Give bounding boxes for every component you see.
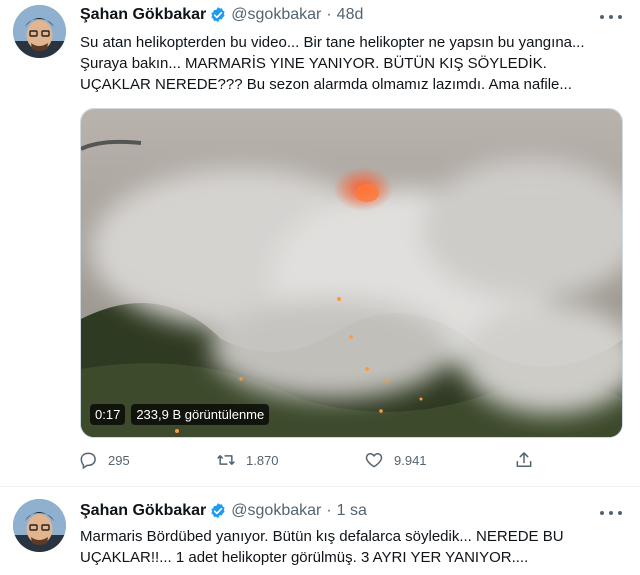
tweet-text-line: Marmaris Bördübed yanıyor. Bütün kış def… — [80, 528, 564, 545]
like-count: 9.941 — [394, 452, 427, 468]
video-duration: 0:17 — [90, 404, 126, 425]
like-button[interactable]: 9.941 — [364, 450, 427, 470]
reply-icon — [80, 452, 96, 470]
tweet-timestamp[interactable]: 1 sa — [337, 502, 367, 520]
tweet-header: Şahan Gökbakar @sgokbakar · 1 sa — [80, 502, 367, 520]
tweet-text: Su atan helikopterden bu video... Bir ta… — [80, 32, 628, 95]
video-thumbnail — [81, 109, 622, 437]
video-player[interactable]: 0:17 233,9 B görüntülenme — [80, 108, 623, 438]
tweet-2[interactable]: Şahan Gökbakar @sgokbakar · 1 sa Marmari… — [0, 488, 640, 575]
verified-badge-icon — [211, 503, 225, 519]
tweet-text-line: UÇAKLAR NEREDE??? Bu sezon alarmda olmam… — [80, 76, 572, 93]
more-options-icon[interactable] — [600, 10, 622, 24]
tweet-header: Şahan Gökbakar @sgokbakar · 48d — [80, 6, 363, 24]
reply-button[interactable]: 295 — [78, 450, 130, 470]
retweet-count: 1.870 — [246, 452, 279, 468]
share-icon — [516, 452, 532, 467]
separator-dot: · — [326, 502, 332, 519]
author-handle[interactable]: @sgokbakar — [231, 502, 321, 520]
reply-count: 295 — [108, 452, 130, 468]
tweet-actions: 295 1.870 9.941 — [78, 450, 538, 474]
video-badge: 0:17 233,9 B görüntülenme — [90, 404, 270, 425]
video-views: 233,9 B görüntülenme — [131, 404, 270, 425]
avatar-image — [13, 5, 66, 58]
heart-icon — [365, 453, 383, 468]
more-options-icon[interactable] — [600, 506, 622, 520]
tweet-text-line: Şuraya bakın... MARMARİS YINE YANIYOR. B… — [80, 55, 547, 72]
author-name[interactable]: Şahan Gökbakar — [80, 6, 206, 24]
tweet-text: Marmaris Bördübed yanıyor. Bütün kış def… — [80, 526, 628, 568]
retweet-icon — [217, 455, 235, 465]
avatar[interactable] — [13, 499, 66, 552]
avatar-image — [13, 499, 66, 552]
tweet-text-line: Su atan helikopterden bu video... Bir ta… — [80, 34, 585, 51]
tweet-text-line: UÇAKLAR!!... 1 adet helikopter görülmüş.… — [80, 549, 529, 566]
tweet-1[interactable]: Şahan Gökbakar @sgokbakar · 48d Su atan … — [0, 0, 640, 487]
avatar[interactable] — [13, 5, 66, 58]
separator-dot: · — [326, 6, 332, 23]
author-handle[interactable]: @sgokbakar — [231, 6, 321, 24]
tweet-timestamp[interactable]: 48d — [337, 6, 364, 24]
retweet-button[interactable]: 1.870 — [216, 450, 279, 470]
verified-badge-icon — [211, 7, 225, 23]
share-button[interactable] — [514, 450, 544, 470]
author-name[interactable]: Şahan Gökbakar — [80, 502, 206, 520]
